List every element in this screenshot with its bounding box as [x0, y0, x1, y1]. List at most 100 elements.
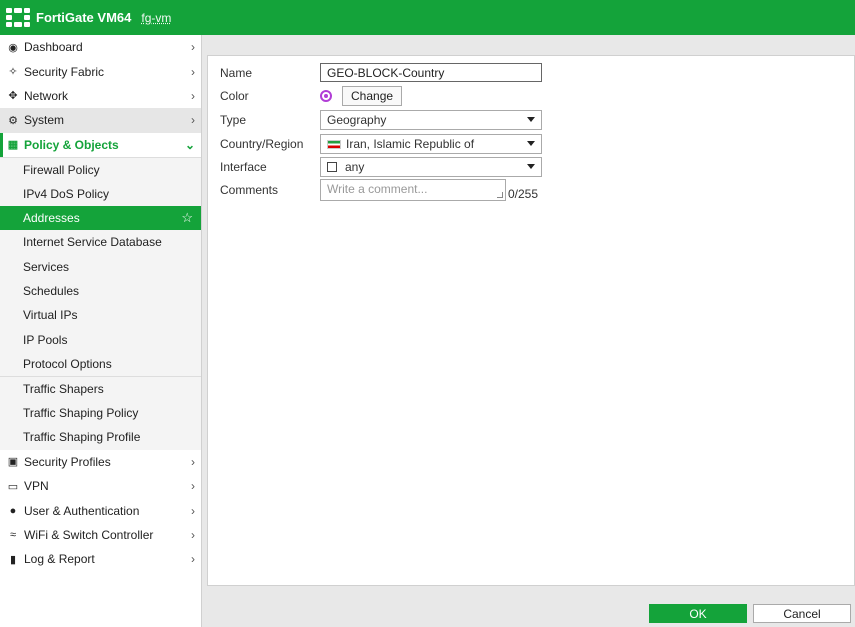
dropdown-caret-icon [527, 141, 535, 146]
color-label: Color [220, 89, 249, 103]
sidebar-item-network[interactable]: ✥ Network › [0, 84, 201, 108]
sidebar-item-traffic-shaping-policy[interactable]: Traffic Shaping Policy [0, 400, 201, 426]
sidebar-item-traffic-shaping-profile[interactable]: Traffic Shaping Profile [0, 425, 201, 450]
network-icon: ✥ [8, 90, 18, 103]
interface-value: any [345, 160, 365, 174]
sidebar-item-firewall-policy[interactable]: Firewall Policy [0, 156, 201, 182]
sidebar-item-label: Traffic Shaping Profile [23, 430, 141, 445]
top-bar: FortiGate VM64 fg-vm [0, 0, 855, 35]
policy-icon: ▦ [7, 139, 19, 152]
iran-flag-icon [327, 139, 341, 149]
color-swatch-icon [320, 90, 332, 102]
wifi-icon: ≈ [9, 529, 17, 541]
sidebar-item-label: Security Fabric [24, 64, 105, 79]
user-icon: ● [9, 504, 17, 517]
color-row: Color Change [220, 86, 403, 106]
sidebar-item-label: Traffic Shapers [23, 382, 104, 397]
dashboard-icon: ◉ [8, 41, 18, 54]
gear-icon: ⚙ [8, 114, 18, 127]
sidebar-item-label: Dashboard [24, 40, 83, 55]
hostname-link[interactable]: fg-vm [141, 11, 171, 25]
sidebar-item-security-profiles[interactable]: ▣ Security Profiles › [0, 450, 201, 474]
sidebar-item-protocol-options[interactable]: Protocol Options [0, 352, 201, 377]
comments-row: Comments Write a comment... 0/255 [220, 179, 538, 201]
sidebar-item-traffic-shapers[interactable]: Traffic Shapers [0, 376, 201, 401]
favorite-star-icon[interactable]: ☆ [181, 210, 193, 226]
chevron-right-icon: › [191, 40, 195, 55]
country-label: Country/Region [220, 137, 304, 151]
type-label: Type [220, 113, 247, 127]
type-value: Geography [327, 113, 387, 127]
sidebar-item-schedules[interactable]: Schedules [0, 278, 201, 304]
interface-select[interactable]: any [320, 157, 542, 177]
sidebar-item-label: WiFi & Switch Controller [24, 528, 154, 542]
sidebar-item-log-report[interactable]: ▮ Log & Report › [0, 547, 201, 571]
sidebar-item-ipv4-dos-policy[interactable]: IPv4 DoS Policy [0, 181, 201, 206]
country-row: Country/Region Iran, Islamic Republic of [220, 134, 542, 154]
sidebar-item-dashboard[interactable]: ◉ Dashboard › [0, 35, 201, 59]
chart-icon: ▮ [9, 553, 17, 566]
security-fabric-icon: ✧ [8, 66, 18, 79]
sidebar-item-label: Traffic Shaping Policy [23, 406, 139, 421]
sidebar-item-label: IPv4 DoS Policy [23, 186, 110, 201]
sidebar-item-label: Log & Report [24, 552, 95, 567]
type-select[interactable]: Geography [320, 110, 542, 130]
lock-icon: ▣ [7, 456, 19, 469]
dropdown-caret-icon [527, 164, 535, 169]
sidebar-item-addresses[interactable]: Addresses ☆ [0, 205, 201, 231]
sidebar-item-vpn[interactable]: ▭ VPN › [0, 474, 201, 498]
sidebar-item-virtual-ips[interactable]: Virtual IPs [0, 303, 201, 328]
address-edit-panel: Name GEO-BLOCK-Country Color Change Type… [207, 55, 855, 586]
chevron-right-icon: › [191, 88, 195, 103]
sidebar-item-label: Addresses [23, 210, 80, 225]
sidebar-item-system[interactable]: ⚙ System › [0, 108, 201, 133]
chevron-right-icon: › [191, 64, 195, 79]
interface-label: Interface [220, 160, 267, 174]
interface-checkbox-icon [327, 162, 337, 172]
country-value: Iran, Islamic Republic of [346, 137, 475, 151]
name-input[interactable]: GEO-BLOCK-Country [320, 63, 542, 82]
sidebar-item-label: Virtual IPs [23, 308, 78, 323]
sidebar-item-label: Protocol Options [23, 357, 112, 372]
laptop-icon: ▭ [7, 480, 19, 493]
interface-row: Interface any [220, 157, 542, 177]
sidebar-item-ip-pools[interactable]: IP Pools [0, 327, 201, 353]
comments-label: Comments [220, 183, 279, 197]
sidebar-item-label: Network [24, 88, 69, 103]
chevron-right-icon: › [191, 479, 195, 494]
cancel-button[interactable]: Cancel [753, 604, 851, 623]
sidebar-item-user-authentication[interactable]: ● User & Authentication › [0, 498, 201, 522]
sidebar-item-label: IP Pools [23, 332, 68, 347]
chevron-right-icon: › [191, 454, 195, 469]
resize-grip-icon[interactable] [497, 192, 503, 198]
sidebar-item-label: Services [23, 259, 70, 274]
chevron-right-icon: › [191, 528, 195, 542]
sidebar-item-label: Internet Service Database [23, 235, 162, 250]
name-row: Name GEO-BLOCK-Country [220, 63, 542, 82]
fortinet-logo-icon [6, 7, 30, 28]
sidebar-item-services[interactable]: Services [0, 254, 201, 279]
chevron-down-icon: ⌄ [184, 137, 195, 152]
sidebar-item-label: System [24, 113, 65, 128]
sidebar-item-security-fabric[interactable]: ✧ Security Fabric › [0, 59, 201, 83]
country-select[interactable]: Iran, Islamic Republic of [320, 134, 542, 154]
product-name: FortiGate VM64 [36, 10, 132, 25]
sidebar-item-label: User & Authentication [24, 503, 140, 518]
sidebar-item-label: Firewall Policy [23, 162, 100, 177]
chevron-right-icon: › [191, 113, 195, 128]
sidebar-item-label: Policy & Objects [24, 137, 119, 152]
sidebar-item-label: Security Profiles [24, 454, 111, 469]
sidebar-item-policy-objects[interactable]: ▦ Policy & Objects ⌄ [0, 132, 201, 157]
sidebar-item-internet-service-database[interactable]: Internet Service Database [0, 230, 201, 255]
comments-textarea[interactable]: Write a comment... [320, 179, 506, 201]
sidebar-item-wifi-switch-controller[interactable]: ≈ WiFi & Switch Controller › [0, 523, 201, 547]
sidebar-item-label: Schedules [23, 284, 80, 299]
type-row: Type Geography [220, 110, 542, 130]
dropdown-caret-icon [527, 117, 535, 122]
change-color-button[interactable]: Change [342, 86, 403, 106]
comments-counter: 0/255 [508, 187, 539, 201]
sidebar: ◉ Dashboard › ✧ Security Fabric › ✥ Netw… [0, 35, 202, 627]
sidebar-item-label: VPN [24, 479, 49, 494]
ok-button[interactable]: OK [649, 604, 747, 623]
chevron-right-icon: › [191, 552, 195, 567]
